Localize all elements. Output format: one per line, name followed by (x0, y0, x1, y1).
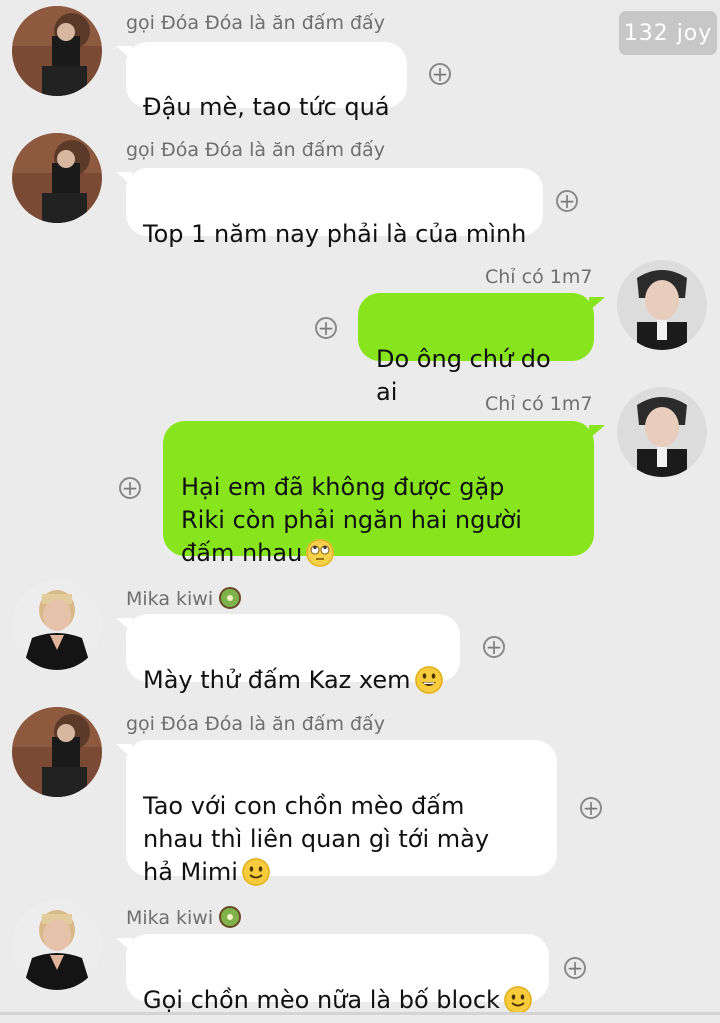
plus-circle-icon[interactable]: + (556, 190, 578, 212)
message-text: Top 1 năm nay phải là của mình (143, 220, 527, 248)
plus-circle-icon[interactable]: + (580, 797, 602, 819)
sender-name: gọi Đóa Đóa là ăn đấm đấy (126, 713, 385, 735)
sender-name: Mika kiwi (126, 906, 242, 929)
avatar[interactable] (12, 580, 102, 670)
message-text: Mày thử đấm Kaz xem (143, 666, 411, 694)
plus-circle-icon[interactable]: + (315, 317, 337, 339)
slightly-smiling-face-icon (241, 858, 270, 886)
message-bubble[interactable]: Do ông chứ do ai (358, 293, 605, 406)
plus-circle-icon[interactable]: + (483, 636, 505, 658)
avatar[interactable] (12, 133, 102, 223)
avatar[interactable] (12, 900, 102, 990)
message-bubble[interactable]: Đậu mè, tao tức quá (116, 42, 407, 121)
kiwi-icon (219, 587, 242, 609)
message-text: Đậu mè, tao tức quá (143, 93, 390, 121)
message-bubble[interactable]: Top 1 năm nay phải là của mình (115, 168, 544, 248)
message-text: Gọi chồn mèo nữa là bố block (143, 986, 500, 1014)
kiwi-icon (219, 906, 242, 928)
message-text: Hại em đã không được gặp Riki còn phải n… (181, 473, 522, 567)
plus-circle-icon[interactable]: + (564, 957, 586, 979)
grinning-face-icon (414, 666, 443, 694)
avatar[interactable] (617, 387, 707, 477)
avatar[interactable] (12, 6, 102, 96)
message-bubble[interactable]: Tao với con chồn mèo đấm nhau thì liên q… (116, 740, 557, 886)
slightly-smiling-face-icon (503, 986, 532, 1014)
reaction-count-badge: 132 joy (619, 11, 717, 55)
sender-name: gọi Đóa Đóa là ăn đấm đấy (126, 139, 385, 161)
sender-name: Chỉ có 1m7 (485, 266, 593, 288)
plus-circle-icon[interactable]: + (429, 63, 451, 85)
message-text: Tao với con chồn mèo đấm nhau thì liên q… (143, 792, 490, 886)
message-bubble[interactable]: Hại em đã không được gặp Riki còn phải n… (163, 421, 605, 567)
sender-name: Mika kiwi (126, 587, 242, 610)
avatar[interactable] (12, 707, 102, 797)
sender-name: Chỉ có 1m7 (485, 393, 593, 415)
face-with-rolling-eyes-icon (306, 539, 335, 567)
plus-circle-icon[interactable]: + (119, 477, 141, 499)
avatar[interactable] (617, 260, 707, 350)
sender-name: gọi Đóa Đóa là ăn đấm đấy (126, 12, 385, 34)
message-bubble[interactable]: Mày thử đấm Kaz xem (116, 614, 460, 694)
message-bubble[interactable]: Gọi chồn mèo nữa là bố block (116, 934, 549, 1014)
